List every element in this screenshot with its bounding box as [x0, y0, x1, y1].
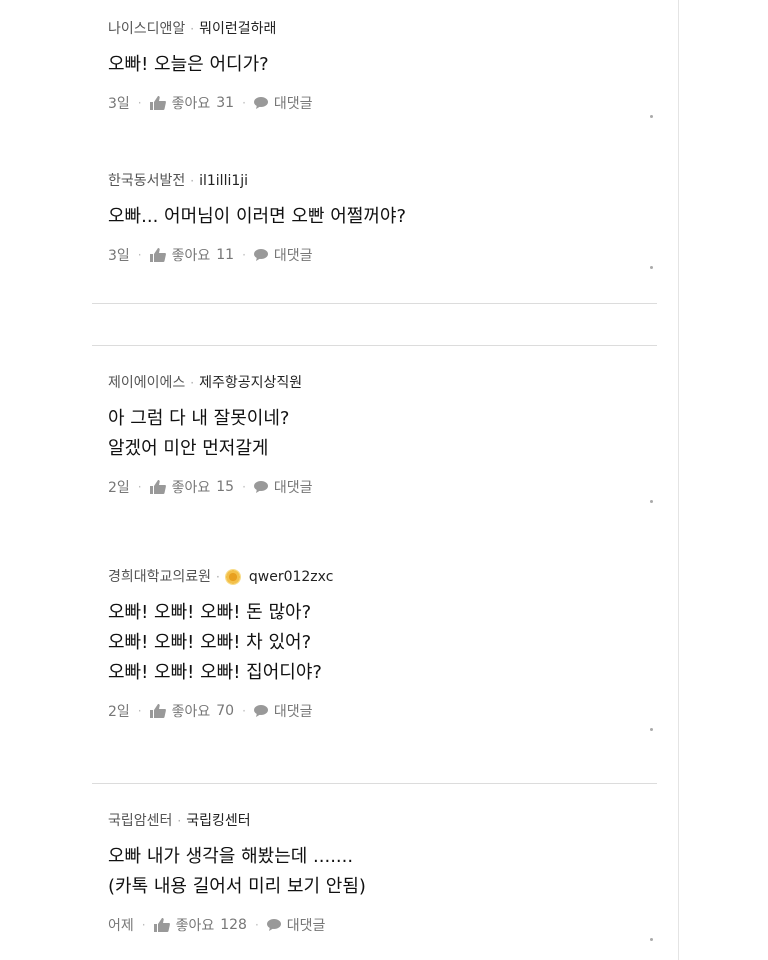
action-separator: ·	[137, 704, 142, 718]
author-company[interactable]: 한국동서발전	[108, 170, 185, 192]
action-separator: ·	[141, 918, 146, 932]
comment-text-line: 오빠... 어머님이 이러면 오빤 어쩔꺼야?	[108, 206, 407, 227]
comment-actions: 2일 · 좋아요 70 · 대댓글	[108, 700, 658, 722]
author-company[interactable]: 경희대학교의료원	[108, 566, 211, 588]
like-count: 31	[216, 95, 235, 111]
comment-item: 국립암센터 · 국립킹센터 오빠 내가 생각을 해봤는데 ....... (카톡…	[108, 810, 658, 936]
thumbs-up-icon[interactable]	[149, 480, 166, 494]
more-options-icon[interactable]	[650, 938, 653, 941]
like-count: 128	[220, 917, 247, 933]
thumbs-up-icon[interactable]	[153, 918, 170, 932]
action-separator: ·	[242, 248, 246, 262]
like-count: 70	[216, 703, 235, 719]
comment-text-line: 오빠! 오빠! 오빠! 돈 많아?	[108, 602, 312, 623]
author-company[interactable]: 국립암센터	[108, 810, 172, 832]
reply-bubble-icon[interactable]	[253, 481, 268, 493]
section-divider	[92, 303, 657, 304]
comment-text-line: 오빠! 오늘은 어디가?	[108, 54, 269, 75]
like-count: 11	[216, 247, 235, 263]
comment-body: 오빠! 오늘은 어디가?	[108, 50, 658, 80]
thumbs-up-icon[interactable]	[149, 248, 166, 262]
comment-text-line: 오빠! 오빠! 오빠! 차 있어?	[108, 632, 312, 653]
reply-button[interactable]: 대댓글	[274, 701, 313, 721]
comment-meta: 제이에이에스 · 제주항공지상직원	[108, 372, 658, 394]
like-label[interactable]: 좋아요	[176, 915, 215, 935]
comment-body: 아 그럼 다 내 잘못이네? 알겠어 미안 먼저갈게	[108, 404, 658, 464]
comment-time: 3일	[108, 248, 130, 264]
meta-separator: ·	[177, 814, 182, 828]
comment-item: 경희대학교의료원 · qwer012zxc 오빠! 오빠! 오빠! 돈 많아? …	[108, 566, 658, 722]
reply-button[interactable]: 대댓글	[274, 245, 313, 265]
comment-text-line: 오빠 내가 생각을 해봤는데 .......	[108, 846, 354, 867]
reply-button[interactable]: 대댓글	[287, 915, 326, 935]
comment-item: 한국동서발전 · il1illi1ji 오빠... 어머님이 이러면 오빤 어쩔…	[108, 170, 658, 266]
meta-separator: ·	[190, 22, 195, 36]
action-separator: ·	[137, 96, 142, 110]
comment-body: 오빠! 오빠! 오빠! 돈 많아? 오빠! 오빠! 오빠! 차 있어? 오빠! …	[108, 598, 658, 688]
action-separator: ·	[242, 704, 246, 718]
comment-time: 3일	[108, 96, 130, 112]
author-nickname[interactable]: 뭐이런걸하래	[199, 18, 276, 40]
comment-body: 오빠 내가 생각을 해봤는데 ....... (카톡 내용 길어서 미리 보기 …	[108, 842, 658, 902]
comment-actions: 2일 · 좋아요 15 · 대댓글	[108, 476, 658, 498]
section-divider	[92, 783, 657, 784]
comment-text-line: (카톡 내용 길어서 미리 보기 안됨)	[108, 876, 366, 897]
meta-separator: ·	[216, 570, 220, 584]
comment-text-line: 알겠어 미안 먼저갈게	[108, 438, 269, 459]
comment-actions: 3일 · 좋아요 31 · 대댓글	[108, 92, 658, 114]
thumbs-up-icon[interactable]	[149, 704, 166, 718]
like-label[interactable]: 좋아요	[172, 477, 211, 497]
comment-time: 2일	[108, 704, 130, 720]
section-divider	[92, 345, 657, 346]
comment-item: 제이에이에스 · 제주항공지상직원 아 그럼 다 내 잘못이네? 알겠어 미안 …	[108, 372, 658, 498]
meta-separator: ·	[190, 376, 195, 390]
user-avatar-icon	[224, 569, 241, 585]
comment-actions: 3일 · 좋아요 11 · 대댓글	[108, 244, 658, 266]
reply-button[interactable]: 대댓글	[274, 477, 313, 497]
meta-separator: ·	[190, 174, 195, 188]
action-separator: ·	[242, 96, 246, 110]
like-label[interactable]: 좋아요	[172, 93, 211, 113]
comment-text-line: 오빠! 오빠! 오빠! 집어디야?	[108, 662, 322, 683]
reply-bubble-icon[interactable]	[253, 97, 268, 109]
action-separator: ·	[137, 480, 142, 494]
comment-meta: 나이스디앤알 · 뭐이런걸하래	[108, 18, 658, 40]
author-nickname[interactable]: 국립킹센터	[186, 810, 250, 832]
action-separator: ·	[254, 918, 259, 932]
comment-meta: 국립암센터 · 국립킹센터	[108, 810, 658, 832]
more-options-icon[interactable]	[650, 728, 653, 731]
comment-text-line: 아 그럼 다 내 잘못이네?	[108, 408, 290, 429]
author-company[interactable]: 나이스디앤알	[108, 18, 185, 40]
like-count: 15	[216, 479, 235, 495]
like-label[interactable]: 좋아요	[172, 701, 211, 721]
comment-time: 어제	[108, 918, 134, 934]
action-separator: ·	[137, 248, 142, 262]
reply-bubble-icon[interactable]	[253, 705, 268, 717]
reply-button[interactable]: 대댓글	[274, 93, 313, 113]
comment-item: 나이스디앤알 · 뭐이런걸하래 오빠! 오늘은 어디가? 3일 · 좋아요 31…	[108, 18, 658, 114]
comment-meta: 경희대학교의료원 · qwer012zxc	[108, 566, 658, 588]
right-border	[678, 0, 679, 960]
author-nickname[interactable]: il1illi1ji	[199, 170, 248, 192]
comment-actions: 어제 · 좋아요 128 · 대댓글	[108, 914, 658, 936]
more-options-icon[interactable]	[650, 115, 653, 118]
reply-bubble-icon[interactable]	[253, 249, 268, 261]
more-options-icon[interactable]	[650, 266, 653, 269]
comment-body: 오빠... 어머님이 이러면 오빤 어쩔꺼야?	[108, 202, 658, 232]
like-label[interactable]: 좋아요	[172, 245, 211, 265]
action-separator: ·	[242, 480, 246, 494]
author-nickname[interactable]: 제주항공지상직원	[199, 372, 302, 394]
author-company[interactable]: 제이에이에스	[108, 372, 185, 394]
thumbs-up-icon[interactable]	[149, 96, 166, 110]
comment-meta: 한국동서발전 · il1illi1ji	[108, 170, 658, 192]
comment-time: 2일	[108, 480, 130, 496]
more-options-icon[interactable]	[650, 500, 653, 503]
author-nickname[interactable]: qwer012zxc	[249, 566, 334, 588]
reply-bubble-icon[interactable]	[266, 919, 281, 931]
